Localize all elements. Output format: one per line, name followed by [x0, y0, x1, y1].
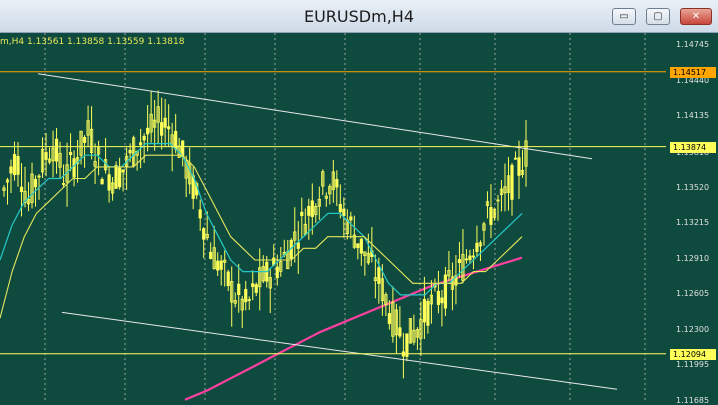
candle-body — [202, 228, 206, 240]
candle-body — [54, 138, 59, 162]
candle-body — [198, 209, 202, 219]
candle-body — [44, 152, 48, 160]
maximize-icon: ▢ — [653, 11, 663, 22]
candle-body — [9, 166, 13, 174]
symbol-info-line: m,H4 1.13561 1.13858 1.13559 1.13818 — [0, 37, 185, 47]
candle-body — [489, 207, 493, 225]
horizontal-levels — [0, 71, 666, 355]
candle-body — [209, 251, 213, 260]
candle-body — [146, 127, 150, 135]
candles-layer — [2, 90, 528, 379]
candle-body — [100, 178, 104, 185]
minimize-button[interactable]: ▭ — [612, 8, 636, 25]
candle-body — [342, 208, 346, 216]
price-tick-label: 1.11685 — [676, 396, 710, 405]
candle-body — [377, 267, 381, 284]
candle-body — [398, 327, 402, 337]
price-tick-label: 1.12300 — [676, 324, 710, 334]
candle-body — [82, 136, 87, 143]
candle-body — [33, 178, 38, 188]
candle-body — [114, 165, 118, 189]
candle-body — [139, 142, 143, 146]
candle-body — [464, 258, 469, 261]
window-title: EURUSDm,H4 — [303, 7, 414, 26]
candle-body — [237, 283, 241, 296]
candle-body — [457, 259, 462, 264]
candle-body — [107, 174, 111, 191]
candle-body — [19, 186, 24, 192]
candle-body — [37, 175, 41, 178]
trend-channel — [37, 73, 618, 390]
candle-body — [405, 333, 409, 357]
candle-body — [310, 200, 314, 218]
candle-body — [475, 242, 479, 252]
candle-body — [251, 283, 255, 288]
title-bar[interactable]: EURUSDm,H4 ▭ ▢ ✕ — [0, 0, 718, 33]
price-tick-label: 1.14745 — [676, 40, 710, 50]
candle-body — [254, 284, 258, 293]
candle-body — [510, 164, 514, 200]
candle-body — [426, 300, 430, 326]
candle-body — [226, 271, 230, 287]
level-price-tag: 1.13874 — [670, 141, 716, 153]
candle-body — [468, 255, 472, 261]
ma-long-line — [184, 256, 523, 401]
candle-body — [72, 158, 76, 178]
candle-body — [387, 313, 391, 324]
candle-body — [128, 149, 132, 154]
candle-body — [296, 242, 300, 249]
candle-body — [118, 167, 122, 188]
candle-body — [443, 274, 448, 309]
candle-body — [121, 169, 125, 173]
ma-long-layer — [184, 256, 523, 401]
candle-body — [335, 178, 339, 188]
candle-body — [440, 297, 444, 304]
minimize-icon: ▭ — [619, 11, 629, 22]
level-price-tag: 1.12094 — [670, 348, 716, 360]
close-button[interactable]: ✕ — [680, 8, 712, 25]
candle-body — [517, 157, 521, 176]
candle-body — [163, 117, 167, 128]
candle-body — [160, 122, 164, 136]
candle-body — [244, 289, 248, 303]
candle-body — [338, 203, 342, 213]
price-tick-label: 1.13520 — [676, 182, 710, 192]
price-tick-label: 1.14135 — [676, 111, 710, 121]
price-tick-label: 1.11995 — [676, 360, 710, 370]
candle-body — [300, 211, 304, 216]
candle-body — [216, 260, 220, 271]
candle-body — [359, 238, 363, 254]
maximize-button[interactable]: ▢ — [646, 8, 670, 25]
price-tick-label: 1.12910 — [676, 253, 710, 263]
candle-body — [307, 205, 311, 216]
candle-body — [349, 216, 353, 221]
moving-averages-layer — [0, 143, 523, 319]
candle-body — [61, 183, 66, 185]
candle-body — [12, 154, 17, 176]
candle-body — [356, 243, 360, 249]
candle-body — [16, 156, 20, 175]
candle-body — [422, 299, 427, 323]
channel-upper-line — [37, 73, 593, 160]
price-tick-label: 1.13215 — [676, 218, 710, 228]
price-chart[interactable] — [0, 33, 718, 402]
candle-body — [68, 151, 73, 156]
close-icon: ✕ — [691, 11, 701, 22]
candle-body — [275, 266, 279, 279]
candle-body — [167, 126, 171, 130]
candle-body — [436, 290, 441, 305]
candle-body — [219, 260, 223, 270]
level-price-tag: 1.14517 — [670, 66, 716, 78]
ma-slow-line — [0, 154, 523, 319]
candle-body — [142, 135, 146, 141]
price-tick-label: 1.12605 — [676, 289, 710, 299]
chart-window: EURUSDm,H4 ▭ ▢ ✕ m,H4 1.13561 1.13858 1.… — [0, 0, 718, 405]
